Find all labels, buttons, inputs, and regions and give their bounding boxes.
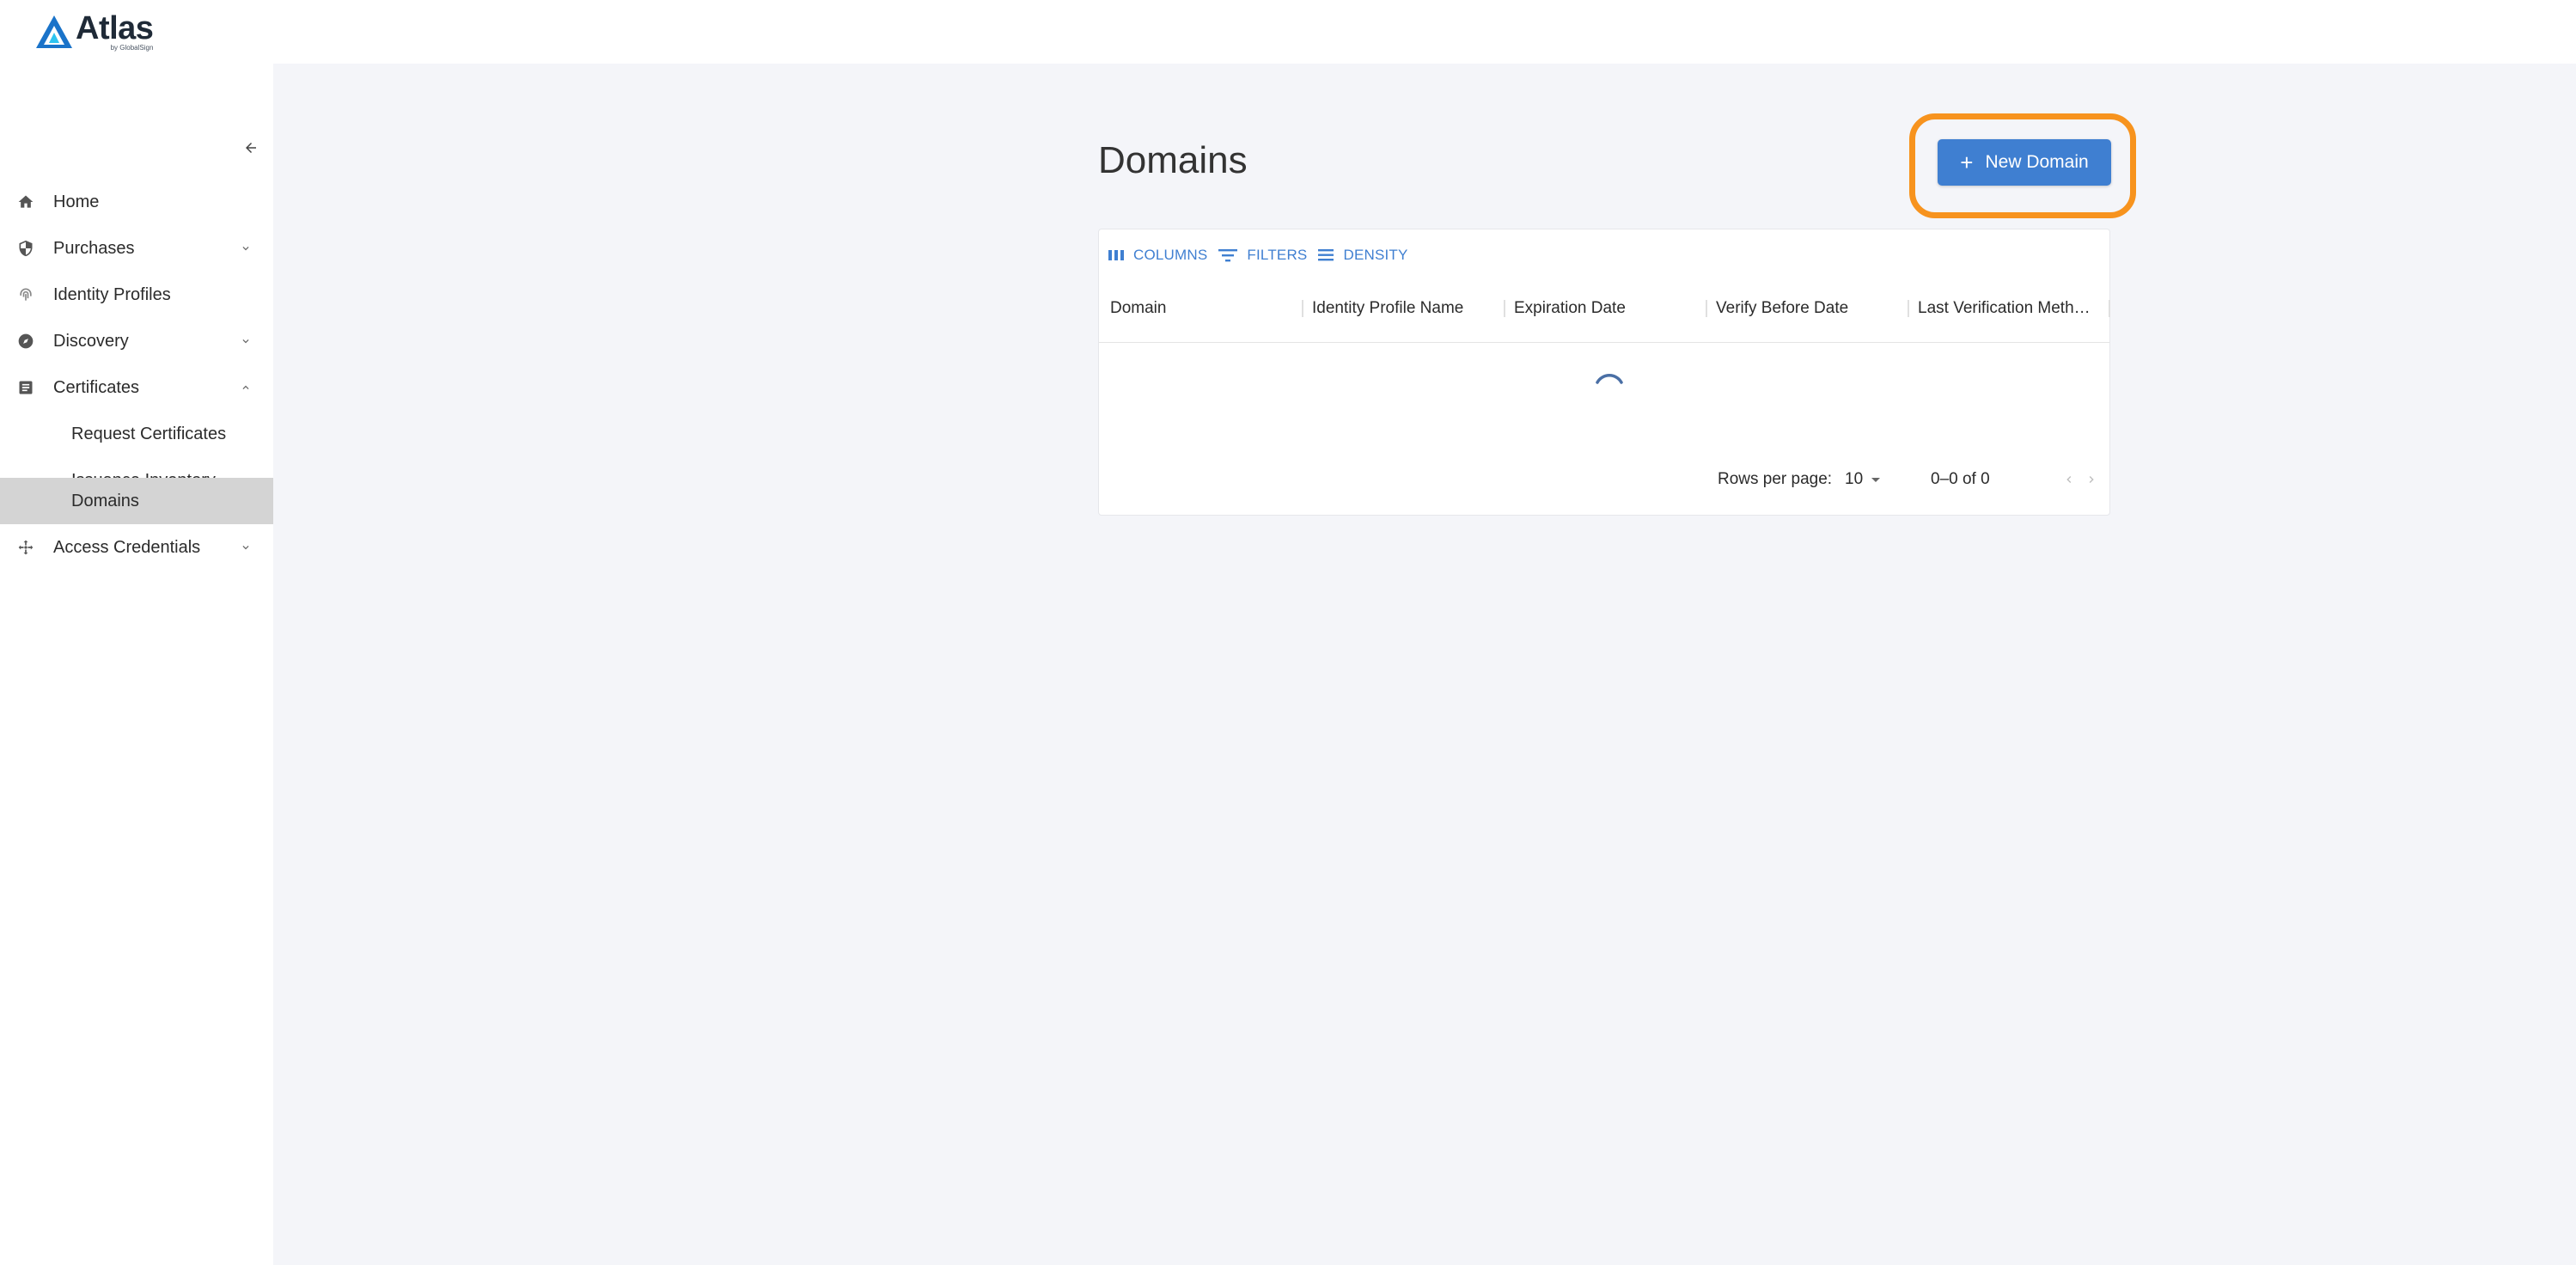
sidebar-item-label: Domains: [71, 491, 139, 510]
column-separator[interactable]: [1302, 300, 1303, 317]
page-title: Domains: [1098, 139, 1248, 181]
sidebar-item-certificates[interactable]: Certificates: [0, 364, 273, 411]
columns-button[interactable]: COLUMNS: [1108, 247, 1207, 264]
sidebar-item-label: Home: [53, 192, 100, 211]
next-page-button[interactable]: [2077, 465, 2106, 494]
atlas-logo-icon: [36, 15, 72, 48]
brand-name: Atlas: [76, 10, 154, 46]
column-separator[interactable]: [1908, 300, 1909, 317]
sidebar-item-home[interactable]: Home: [0, 179, 273, 225]
grid-header-row: Domain Identity Profile Name Expiration …: [1099, 274, 2110, 343]
loading-spinner-icon: [1596, 374, 1623, 384]
column-header-last-verification-method[interactable]: Last Verification Meth…: [1918, 274, 2091, 343]
main-content: Domains + New Domain COLUMNS FILTERS DEN…: [273, 64, 2576, 1265]
rows-per-page-value: 10: [1845, 470, 1864, 488]
chevron-right-icon: [2089, 476, 2094, 483]
atlas-logo[interactable]: Atlas by GlobalSign: [34, 10, 154, 52]
density-button[interactable]: DENSITY: [1317, 247, 1407, 264]
plus-icon: +: [1960, 150, 1974, 175]
top-bar: Atlas by GlobalSign: [0, 0, 2576, 64]
column-header-identity-profile-name[interactable]: Identity Profile Name: [1312, 274, 1463, 343]
new-domain-label: New Domain: [1985, 152, 2089, 172]
sidebar-item-label: Purchases: [53, 238, 135, 258]
grid-toolbar: COLUMNS FILTERS DENSITY: [1108, 238, 1419, 272]
pagination-range: 0–0 of 0: [1931, 470, 1990, 488]
rows-per-page-label: Rows per page:: [1718, 470, 1833, 488]
home-icon: [15, 192, 36, 212]
collapse-sidebar-button[interactable]: [241, 138, 261, 158]
columns-icon: [1108, 250, 1124, 260]
filter-icon: [1218, 249, 1238, 262]
fingerprint-icon: [15, 284, 36, 305]
column-separator[interactable]: [2109, 300, 2110, 317]
filters-button[interactable]: FILTERS: [1218, 247, 1307, 264]
sidebar-item-discovery[interactable]: Discovery: [0, 318, 273, 364]
brand-subtitle: by GlobalSign: [110, 44, 154, 52]
sidebar-item-domains[interactable]: Domains: [0, 478, 273, 524]
sidebar-item-label: Discovery: [53, 331, 129, 351]
chevron-down-icon: [237, 539, 254, 556]
density-icon: [1318, 249, 1334, 261]
column-header-domain[interactable]: Domain: [1110, 274, 1166, 343]
arrows-icon: [15, 537, 36, 558]
chevron-down-icon: [237, 333, 254, 350]
sidebar-item-identity-profiles[interactable]: Identity Profiles: [0, 272, 273, 318]
compass-icon: [15, 331, 36, 351]
document-icon: [15, 377, 36, 398]
column-separator[interactable]: [1706, 300, 1707, 317]
density-label: DENSITY: [1343, 247, 1408, 263]
grid-pagination: Rows per page: 10 0–0 of 0: [1099, 455, 2109, 506]
sidebar-item-label: Request Certificates: [71, 424, 227, 443]
columns-label: COLUMNS: [1133, 247, 1208, 263]
column-separator[interactable]: [1504, 300, 1505, 317]
filters-label: FILTERS: [1247, 247, 1308, 263]
new-domain-button[interactable]: + New Domain: [1938, 139, 2111, 186]
sidebar-item-label: Identity Profiles: [53, 284, 171, 304]
sidebar-item-access-credentials[interactable]: Access Credentials: [0, 524, 273, 571]
sidebar-item-request-certificates[interactable]: Request Certificates: [0, 411, 273, 457]
column-header-verify-before-date[interactable]: Verify Before Date: [1716, 274, 1848, 343]
sidebar: Home Purchases Identity Profiles Discove…: [0, 64, 273, 1265]
sidebar-item-label: Certificates: [53, 377, 140, 397]
dropdown-arrow-icon: [1871, 478, 1881, 482]
domains-data-grid: COLUMNS FILTERS DENSITY Domain Identity …: [1098, 229, 2110, 516]
sidebar-item-label: Access Credentials: [53, 537, 201, 557]
arrow-left-icon: [246, 143, 256, 153]
column-header-expiration-date[interactable]: Expiration Date: [1514, 274, 1626, 343]
rows-per-page-select[interactable]: 10: [1845, 467, 1882, 492]
shield-icon: [15, 238, 36, 259]
chevron-down-icon: [237, 240, 254, 257]
sidebar-item-purchases[interactable]: Purchases: [0, 225, 273, 272]
chevron-left-icon: [2066, 476, 2072, 483]
chevron-up-icon: [237, 379, 254, 396]
